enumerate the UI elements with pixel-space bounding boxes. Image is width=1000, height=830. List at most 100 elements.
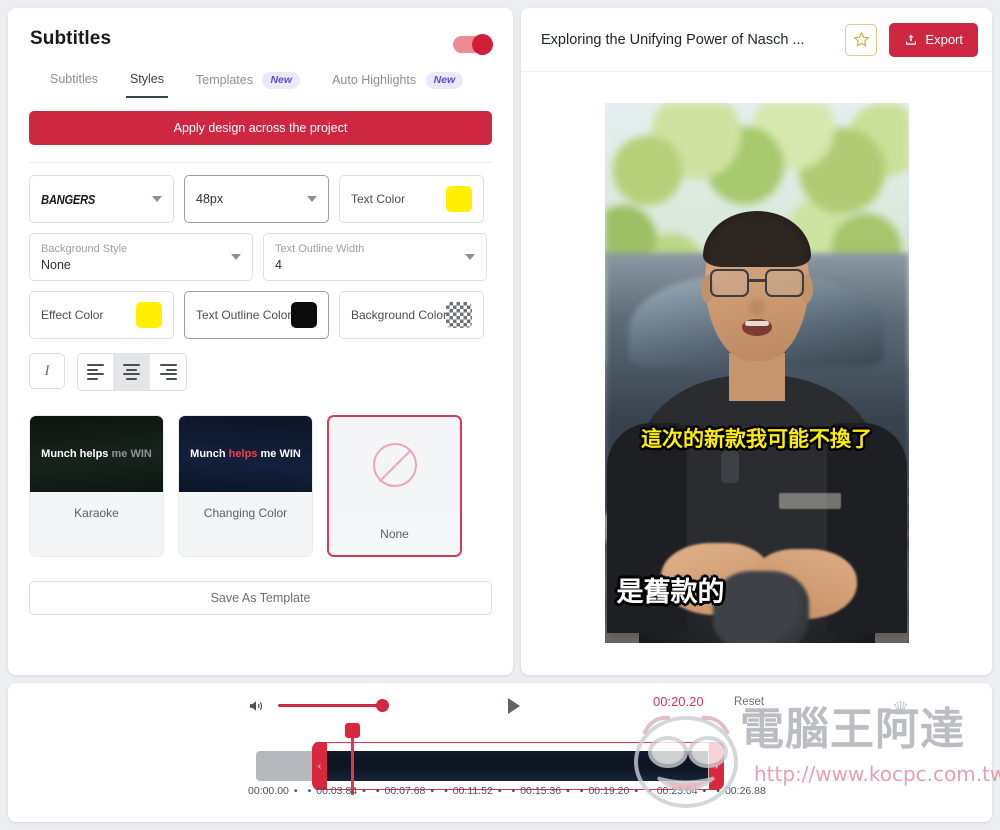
timeline-track[interactable]: ‹ › xyxy=(8,723,992,795)
background-color-swatch[interactable] xyxy=(446,302,472,328)
preset-card-label: Changing Color xyxy=(179,492,312,534)
text-outline-width-select[interactable]: Text Outline Width 4 xyxy=(263,233,487,281)
italic-icon: I xyxy=(44,362,50,379)
subtitles-toggle[interactable] xyxy=(453,34,493,55)
volume-slider-thumb[interactable] xyxy=(376,699,389,712)
video-subject-shirt-logo xyxy=(778,493,841,509)
tab-auto-highlights-label: Auto Highlights xyxy=(332,73,417,87)
font-size-value: 48px xyxy=(196,192,224,206)
alignment-group xyxy=(77,353,187,391)
play-button[interactable] xyxy=(506,696,524,716)
preset-preview-text: Munch helps me WIN xyxy=(41,448,152,460)
text-color-picker[interactable]: Text Color xyxy=(339,175,484,223)
styles-panel: Subtitles Subtitles Styles Templates New… xyxy=(8,8,513,675)
effect-preset-list: Munch helps me WIN Karaoke Munch helps m… xyxy=(29,415,492,557)
tab-subtitles-label: Subtitles xyxy=(50,72,98,86)
video-preview-area: 這次的新款我可能不換了 是舊款的 xyxy=(521,72,992,674)
tab-subtitles[interactable]: Subtitles xyxy=(34,68,114,98)
tab-templates[interactable]: Templates New xyxy=(180,68,316,101)
text-style-row: I xyxy=(29,353,492,391)
preset-preview: Munch helps me WIN xyxy=(179,416,312,492)
save-as-template-button[interactable]: Save As Template xyxy=(29,581,492,615)
font-size-select[interactable]: 48px xyxy=(184,175,329,223)
preview-panel: Exploring the Unifying Power of Nasch ..… xyxy=(521,8,992,675)
preset-card-none[interactable]: None xyxy=(327,415,462,557)
video-subtitle-primary: 這次的新款我可能不換了 xyxy=(641,427,872,451)
auto-highlights-new-badge: New xyxy=(425,72,464,89)
time-marker: 00:00.00 xyxy=(248,785,289,797)
video-subject-shirt-clip xyxy=(720,451,739,483)
effect-color-swatch[interactable] xyxy=(136,302,162,328)
video-subject-glasses xyxy=(709,269,804,299)
tab-auto-highlights[interactable]: Auto Highlights New xyxy=(316,68,479,101)
background-style-value: None xyxy=(41,257,71,272)
effect-color-label: Effect Color xyxy=(41,308,104,322)
speaker-icon[interactable] xyxy=(246,697,266,715)
italic-button[interactable]: I xyxy=(29,353,65,389)
trim-handle-right[interactable]: › xyxy=(709,742,724,790)
no-effect-icon xyxy=(372,443,417,487)
video-subject-nose xyxy=(748,299,765,315)
preset-card-changing-color[interactable]: Munch helps me WIN Changing Color xyxy=(178,415,313,557)
chevron-down-icon xyxy=(231,254,241,260)
preset-preview-text: Munch helps me WIN xyxy=(190,448,301,460)
time-marker: 00:03.84 xyxy=(316,785,358,797)
chevron-down-icon xyxy=(152,196,162,202)
timeline-ruler: 00:00.00 • • 00:03.84 • • 00:07.68 • • 00:11.52 • •… xyxy=(248,785,766,797)
font-family-value: BANGERS xyxy=(41,191,96,207)
preset-card-label: Karaoke xyxy=(30,492,163,534)
timeline-panel: 00:20.20 Reset ‹ › 00:00.00 • • 00:03.84 • • 0… xyxy=(8,683,992,822)
video-subject-mouth xyxy=(741,319,772,336)
preview-header: Exploring the Unifying Power of Nasch ..… xyxy=(521,8,992,72)
styles-form: Apply design across the project BANGERS … xyxy=(8,101,513,615)
align-center-button[interactable] xyxy=(114,354,150,390)
chevron-down-icon xyxy=(307,196,317,202)
text-outline-color-swatch[interactable] xyxy=(291,302,317,328)
effect-color-picker[interactable]: Effect Color xyxy=(29,291,174,339)
upload-icon xyxy=(906,34,917,45)
playback-controls: 00:20.20 Reset xyxy=(8,683,992,729)
favorite-button[interactable] xyxy=(845,23,878,56)
chevron-down-icon xyxy=(465,254,475,260)
time-marker: 00:07.68 xyxy=(384,785,426,797)
current-time-display: 00:20.20 xyxy=(653,694,704,709)
panel-tabs: Subtitles Styles Templates New Auto High… xyxy=(8,50,513,101)
background-style-select[interactable]: Background Style None xyxy=(29,233,253,281)
preset-card-karaoke[interactable]: Munch helps me WIN Karaoke xyxy=(29,415,164,557)
background-color-picker[interactable]: Background Color xyxy=(339,291,484,339)
styles-panel-header: Subtitles xyxy=(8,8,513,55)
time-marker: 00:26.88 xyxy=(724,785,766,797)
align-right-button[interactable] xyxy=(150,354,186,390)
font-controls-row: BANGERS 48px Text Color xyxy=(29,175,492,223)
reset-button[interactable]: Reset xyxy=(734,696,764,708)
text-outline-width-label: Text Outline Width xyxy=(275,242,365,255)
background-style-label: Background Style xyxy=(41,242,128,255)
text-color-swatch[interactable] xyxy=(446,186,472,212)
trim-handle-left[interactable]: ‹ xyxy=(312,742,327,790)
tab-styles[interactable]: Styles xyxy=(114,68,180,98)
text-color-label: Text Color xyxy=(351,192,406,206)
tab-templates-label: Templates xyxy=(196,73,253,87)
background-outline-row: Background Style None Text Outline Width… xyxy=(29,233,492,281)
volume-slider[interactable] xyxy=(278,699,389,712)
export-button-label: Export xyxy=(925,32,963,47)
templates-new-badge: New xyxy=(262,72,301,89)
video-player[interactable]: 這次的新款我可能不換了 是舊款的 xyxy=(604,103,909,643)
time-marker: 00:23.04 xyxy=(656,785,698,797)
font-family-select[interactable]: BANGERS xyxy=(29,175,174,223)
align-left-button[interactable] xyxy=(78,354,114,390)
export-button[interactable]: Export xyxy=(889,22,978,57)
apply-design-button[interactable]: Apply design across the project xyxy=(29,111,492,145)
preset-card-label: None xyxy=(329,513,460,555)
time-marker: 00:19.20 xyxy=(588,785,630,797)
project-title: Exploring the Unifying Power of Nasch ..… xyxy=(541,31,805,48)
star-icon xyxy=(853,31,870,47)
preset-preview: Munch helps me WIN xyxy=(30,416,163,492)
background-color-label: Background Color xyxy=(351,308,448,322)
text-outline-color-label: Text Outline Color xyxy=(196,308,292,322)
text-outline-color-picker[interactable]: Text Outline Color xyxy=(184,291,329,339)
time-marker: 00:15.36 xyxy=(520,785,562,797)
preset-preview xyxy=(329,417,460,513)
tab-styles-label: Styles xyxy=(129,72,164,86)
timeline-selection-outline xyxy=(314,742,718,790)
